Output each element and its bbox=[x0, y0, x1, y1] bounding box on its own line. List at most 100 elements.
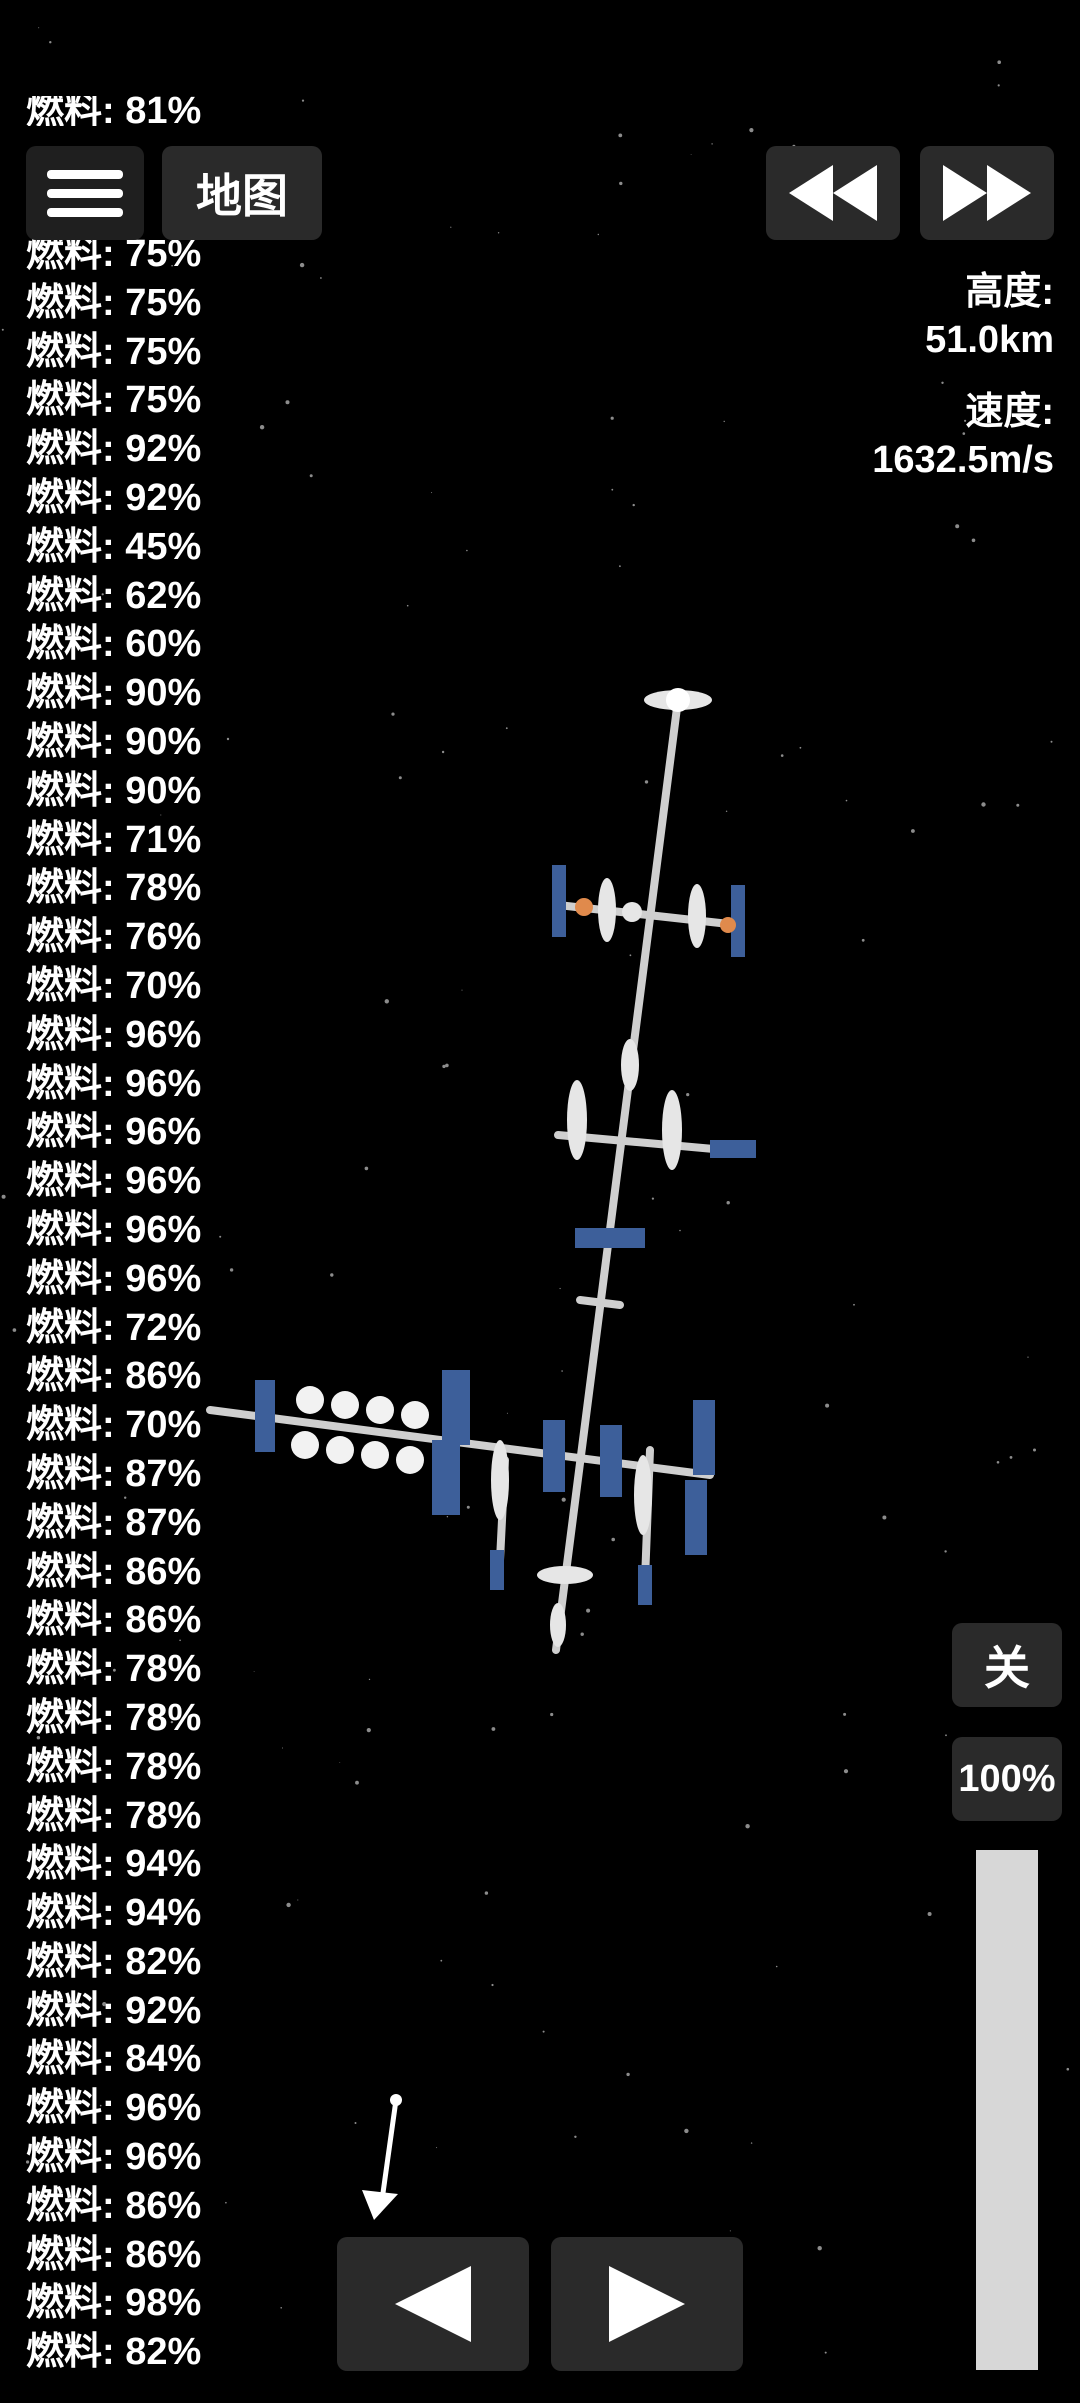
fuel-row: 燃料: 78% bbox=[26, 867, 202, 910]
star bbox=[971, 538, 976, 543]
star bbox=[355, 1780, 359, 1785]
fuel-row-partial: 燃料: 81% bbox=[26, 96, 202, 126]
fuel-row: 燃料: 82% bbox=[26, 1940, 202, 1983]
fast-forward-icon bbox=[943, 165, 1031, 221]
fuel-row: 燃料: 84% bbox=[26, 2038, 202, 2081]
star bbox=[780, 754, 784, 757]
star bbox=[799, 746, 802, 749]
direction-arrow-icon bbox=[362, 2094, 402, 2220]
star bbox=[299, 262, 305, 268]
speed-value: 1632.5m/s bbox=[872, 439, 1054, 481]
star bbox=[618, 133, 623, 138]
star bbox=[882, 1515, 887, 1520]
fuel-row: 燃料: 96% bbox=[26, 1160, 202, 1203]
star bbox=[824, 2351, 827, 2354]
star bbox=[817, 2246, 822, 2251]
star bbox=[466, 549, 468, 552]
star bbox=[320, 277, 322, 279]
fast-forward-button[interactable] bbox=[920, 146, 1054, 240]
star bbox=[1009, 1456, 1013, 1459]
fuel-row: 燃料: 96% bbox=[26, 1208, 202, 1251]
fuel-row: 燃料: 78% bbox=[26, 1794, 202, 1837]
fuel-row: 燃料: 98% bbox=[26, 2282, 202, 2325]
star bbox=[843, 1712, 847, 1716]
fuel-row: 燃料: 76% bbox=[26, 916, 202, 959]
star bbox=[366, 1728, 371, 1733]
star bbox=[280, 2307, 283, 2309]
star bbox=[711, 143, 713, 145]
fuel-row: 燃料: 90% bbox=[26, 720, 202, 763]
fuel-row: 燃料: 90% bbox=[26, 672, 202, 715]
next-button[interactable] bbox=[551, 2237, 743, 2371]
fuel-row: 燃料: 86% bbox=[26, 1599, 202, 1642]
star bbox=[297, 1899, 299, 1901]
fuel-row: 燃料: 78% bbox=[26, 1648, 202, 1691]
star bbox=[955, 524, 960, 529]
star bbox=[745, 1824, 750, 1829]
star bbox=[729, 2230, 731, 2232]
fuel-row: 燃料: 71% bbox=[26, 818, 202, 861]
fuel-row: 燃料: 96% bbox=[26, 2136, 202, 2179]
star bbox=[845, 799, 848, 802]
fuel-row: 燃料: 62% bbox=[26, 574, 202, 617]
fuel-row: 燃料: 86% bbox=[26, 2233, 202, 2276]
star bbox=[1027, 1356, 1029, 1358]
fuel-row: 燃料: 78% bbox=[26, 1745, 202, 1788]
fuel-row: 燃料: 82% bbox=[26, 2331, 202, 2374]
fuel-row: 燃料: 92% bbox=[26, 1989, 202, 2032]
fuel-row: 燃料: 90% bbox=[26, 769, 202, 812]
star bbox=[775, 1965, 778, 1968]
star bbox=[1033, 1448, 1036, 1452]
throttle-slider[interactable] bbox=[976, 1850, 1038, 2370]
star bbox=[550, 1712, 554, 1717]
menu-button[interactable] bbox=[26, 146, 144, 240]
star bbox=[996, 1461, 1000, 1464]
star bbox=[684, 2128, 689, 2134]
star bbox=[450, 226, 452, 228]
star bbox=[301, 99, 305, 102]
triangle-right-icon bbox=[609, 2266, 685, 2342]
star bbox=[997, 60, 1001, 64]
star bbox=[491, 1983, 494, 1987]
star bbox=[1050, 740, 1053, 743]
fuel-row: 燃料: 87% bbox=[26, 1501, 202, 1544]
altitude-label: 高度: bbox=[965, 271, 1054, 313]
map-button[interactable]: 地图 bbox=[162, 146, 322, 240]
star bbox=[843, 1769, 849, 1774]
speed-readout: 速度: 1632.5m/s bbox=[872, 388, 1054, 484]
throttle-fill bbox=[976, 1850, 1038, 2370]
fuel-row: 燃料: 78% bbox=[26, 1696, 202, 1739]
fuel-row: 燃料: 92% bbox=[26, 428, 202, 471]
fuel-row: 燃料: 96% bbox=[26, 1257, 202, 1300]
star bbox=[597, 233, 599, 236]
star bbox=[339, 1762, 341, 1763]
hamburger-icon bbox=[47, 160, 123, 227]
fuel-list: 燃料: 75% 燃料: 75% 燃料: 75% 燃料: 75% 燃料: 92% 燃料: 9… bbox=[26, 230, 266, 2377]
engine-toggle-button[interactable]: 关 bbox=[952, 1623, 1062, 1707]
star bbox=[12, 1328, 17, 1332]
star bbox=[619, 565, 621, 568]
fuel-row: 燃料: 94% bbox=[26, 1843, 202, 1886]
star bbox=[542, 2030, 545, 2033]
fuel-row: 燃料: 86% bbox=[26, 2184, 202, 2227]
star bbox=[941, 381, 944, 384]
star bbox=[431, 492, 433, 494]
star bbox=[38, 27, 40, 29]
fuel-row: 燃料: 75% bbox=[26, 281, 202, 324]
triangle-left-icon bbox=[395, 2266, 471, 2342]
throttle-percent-badge: 100% bbox=[952, 1737, 1062, 1821]
star bbox=[406, 604, 409, 607]
fuel-row: 燃料: 70% bbox=[26, 1404, 202, 1447]
rewind-button[interactable] bbox=[766, 146, 900, 240]
fuel-row: 燃料: 72% bbox=[26, 1306, 202, 1349]
space-station bbox=[206, 688, 756, 1654]
star bbox=[1, 1194, 6, 1199]
previous-button[interactable] bbox=[337, 2237, 529, 2371]
star bbox=[626, 2072, 630, 2077]
speed-label: 速度: bbox=[965, 391, 1054, 433]
star bbox=[944, 1550, 947, 1553]
star bbox=[309, 474, 313, 478]
star bbox=[1066, 2067, 1070, 2071]
fuel-row: 燃料: 96% bbox=[26, 1111, 202, 1154]
star bbox=[825, 1403, 830, 1408]
